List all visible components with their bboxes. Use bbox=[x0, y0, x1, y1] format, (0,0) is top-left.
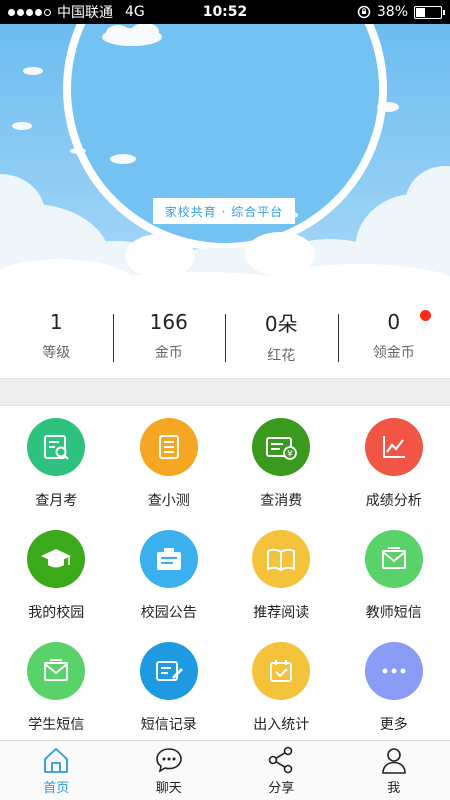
share-icon bbox=[268, 746, 293, 774]
grid-item-sms-log[interactable]: 短信记录 bbox=[113, 630, 226, 742]
home-icon bbox=[44, 748, 69, 773]
grid-item-label: 出入统计 bbox=[253, 717, 310, 733]
notification-dot bbox=[420, 310, 431, 321]
stat-value: 1 bbox=[49, 310, 63, 334]
bottom-tab-bar: 首页 聊天 分享 我 bbox=[0, 740, 450, 800]
grid-item-recommended-reading[interactable]: 推荐阅读 bbox=[225, 518, 338, 630]
rotation-lock-icon bbox=[357, 5, 371, 19]
grid-item-quiz[interactable]: 查小测 bbox=[113, 406, 226, 518]
tab-share[interactable]: 分享 bbox=[225, 741, 338, 800]
stat-label: 红花 bbox=[267, 347, 296, 364]
carrier-name: 中国联通 bbox=[57, 5, 113, 21]
grid-item-grade-analysis[interactable]: 成绩分析 bbox=[338, 406, 450, 518]
tab-label: 分享 bbox=[268, 781, 295, 796]
stat-value: 0 bbox=[387, 310, 401, 334]
battery-icon bbox=[414, 5, 445, 19]
stat-red-flowers[interactable]: 0朵 红花 bbox=[225, 306, 338, 366]
hero-tagline: 家校共育 · 综合平台 bbox=[153, 198, 295, 224]
grid-item-label: 查月考 bbox=[35, 493, 78, 509]
grid-item-label: 校园公告 bbox=[140, 605, 197, 621]
tab-label: 聊天 bbox=[155, 781, 182, 796]
grid-item-label: 学生短信 bbox=[28, 717, 85, 733]
student-message-icon bbox=[27, 642, 86, 700]
signal-strength-icon bbox=[8, 8, 51, 16]
grid-item-monthly-exam[interactable]: 查月考 bbox=[0, 406, 113, 518]
grid-item-label: 推荐阅读 bbox=[253, 605, 310, 621]
stat-coins[interactable]: 166 金币 bbox=[112, 306, 226, 366]
grid-item-campus-notice[interactable]: 校园公告 bbox=[113, 518, 226, 630]
more-dots-icon bbox=[364, 642, 423, 700]
stat-label: 金币 bbox=[154, 345, 183, 361]
user-stats: 1 等级 166 金币 0朵 红花 0 领金币 bbox=[0, 294, 450, 378]
stat-label: 领金币 bbox=[372, 345, 415, 361]
person-icon bbox=[381, 748, 406, 774]
svg-text:¥: ¥ bbox=[287, 450, 293, 460]
grid-item-teacher-sms[interactable]: 教师短信 bbox=[338, 518, 450, 630]
grid-item-label: 查消费 bbox=[260, 493, 303, 509]
sky-cloud-illustration bbox=[0, 24, 450, 294]
status-bar: 中国联通 4G 10:52 38% bbox=[0, 0, 450, 24]
exam-search-icon bbox=[27, 418, 86, 476]
tab-label: 我 bbox=[387, 781, 401, 796]
stat-label: 等级 bbox=[42, 345, 71, 361]
graduation-cap-icon bbox=[27, 530, 86, 588]
grid-item-entry-stats[interactable]: 出入统计 bbox=[225, 630, 338, 742]
tab-me[interactable]: 我 bbox=[338, 741, 450, 800]
grid-item-student-sms[interactable]: 学生短信 bbox=[0, 630, 113, 742]
stat-claim-coins[interactable]: 0 领金币 bbox=[337, 306, 450, 366]
grid-item-label: 成绩分析 bbox=[365, 493, 422, 509]
battery-percent: 38% bbox=[376, 4, 408, 20]
grid-item-label: 我的校园 bbox=[28, 605, 85, 621]
notice-board-icon bbox=[139, 530, 198, 588]
open-book-icon bbox=[252, 530, 311, 588]
grid-item-label: 查小测 bbox=[147, 493, 190, 509]
hero-banner: 家校共育 · 综合平台 bbox=[0, 24, 450, 294]
feature-grid: 查月考 查小测 ¥ 查消费 成绩分析 我的校园 校园公告 推荐阅读 教师短信 学… bbox=[0, 406, 450, 740]
stat-value: 0朵 bbox=[264, 311, 298, 336]
grid-item-label: 更多 bbox=[379, 717, 408, 733]
message-log-icon bbox=[139, 642, 198, 700]
grid-item-label: 教师短信 bbox=[365, 605, 422, 621]
grade-chart-icon bbox=[364, 418, 423, 476]
grid-item-consumption[interactable]: ¥ 查消费 bbox=[225, 406, 338, 518]
network-type: 4G bbox=[125, 4, 145, 20]
stat-value: 166 bbox=[149, 310, 188, 334]
teacher-message-icon bbox=[364, 530, 423, 588]
chat-bubble-icon bbox=[155, 748, 182, 773]
stat-level[interactable]: 1 等级 bbox=[0, 306, 113, 366]
quiz-list-icon bbox=[139, 418, 198, 476]
section-divider bbox=[0, 378, 450, 406]
consumption-card-icon: ¥ bbox=[252, 418, 311, 476]
grid-item-label: 短信记录 bbox=[140, 717, 197, 733]
grid-item-more[interactable]: 更多 bbox=[338, 630, 450, 742]
tab-label: 首页 bbox=[43, 781, 70, 796]
tab-chat[interactable]: 聊天 bbox=[113, 741, 226, 800]
calendar-check-icon bbox=[252, 642, 311, 700]
grid-item-my-campus[interactable]: 我的校园 bbox=[0, 518, 113, 630]
tab-home[interactable]: 首页 bbox=[0, 741, 113, 800]
